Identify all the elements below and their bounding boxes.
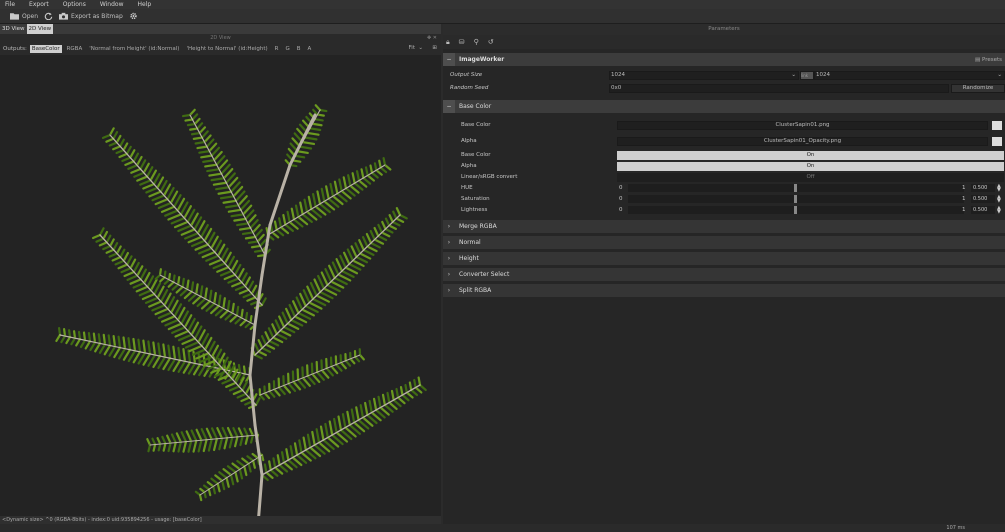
menu-bar: File Export Options Window Help xyxy=(0,0,1005,9)
output-size-row: Output Size 1024 ⌄ link 1024 ⌄ xyxy=(443,71,1005,81)
spin-arrows-icon[interactable]: ▲ ▼ xyxy=(997,184,1004,193)
outputs-label: Outputs: xyxy=(3,45,27,52)
fern-texture-image xyxy=(55,104,427,527)
section-merge-rgba[interactable]: › Merge RGBA xyxy=(443,220,1005,233)
channel-b[interactable]: B xyxy=(295,45,303,53)
parameters-pane: Parameters 🔒︎ ⛁ ⚲ ↺ − ImageWorker ▤ Pres… xyxy=(443,24,1005,524)
chevron-down-icon: ⌄ xyxy=(997,72,1002,78)
dock-icons[interactable]: ✥ ✕ xyxy=(427,34,437,42)
hue-row: HUE 0 1 0.500 ▲ ▼ xyxy=(443,184,1005,194)
view-options-icon[interactable]: ⊞ xyxy=(432,45,437,51)
tab-2d-view[interactable]: 2D View xyxy=(26,24,54,34)
randomize-button[interactable]: Randomize xyxy=(951,84,1005,93)
chevron-right-icon: › xyxy=(447,271,451,278)
saturation-slider-handle[interactable] xyxy=(794,195,797,203)
menu-window[interactable]: Window xyxy=(100,1,124,8)
chevron-right-icon: › xyxy=(447,223,451,230)
folder-icon xyxy=(10,13,19,20)
status-bar: 107 ms xyxy=(0,524,1005,532)
viewer-pane: 3D View 2D View 2D View ✥ ✕ Outputs: Bas… xyxy=(0,24,441,527)
channel-r[interactable]: R xyxy=(273,45,281,53)
saturation-row: Saturation 0 1 0.500 ▲ ▼ xyxy=(443,195,1005,205)
output-size-width-select[interactable]: 1024 ⌄ xyxy=(609,71,799,80)
section-base-color[interactable]: − Base Color xyxy=(443,100,1005,113)
chevron-down-icon: ⌄ xyxy=(791,72,796,78)
chevron-down-icon[interactable]: ⌄ xyxy=(418,45,423,51)
collapse-icon[interactable]: − xyxy=(443,100,455,113)
alpha-toggle-row: Alpha On xyxy=(443,162,1005,172)
random-seed-field[interactable]: 0x0 xyxy=(609,84,949,93)
chevron-right-icon: › xyxy=(447,287,451,294)
saturation-value-field[interactable]: 0.500 xyxy=(971,195,995,203)
output-height[interactable]: 'Height to Normal' (id:Height) xyxy=(184,45,269,53)
refresh-button[interactable] xyxy=(44,12,53,20)
hue-slider-handle[interactable] xyxy=(794,184,797,192)
lock-icon[interactable]: 🔒︎ xyxy=(446,38,450,47)
toolbar: Open Export as Bitmap xyxy=(0,9,1005,24)
output-rgba[interactable]: RGBA xyxy=(65,45,85,53)
section-converter-select[interactable]: › Converter Select xyxy=(443,268,1005,281)
parameters-title: Parameters xyxy=(443,24,1005,35)
section-imageworker[interactable]: − ImageWorker ▤ Presets xyxy=(443,53,1005,66)
gear-icon xyxy=(130,12,137,20)
fern-branches xyxy=(55,104,427,527)
channel-a[interactable]: A xyxy=(306,45,314,53)
save-icon[interactable]: ⛁ xyxy=(459,38,465,46)
alpha-toggle[interactable]: On xyxy=(617,162,1004,171)
section-normal[interactable]: › Normal xyxy=(443,236,1005,249)
refresh-icon xyxy=(44,12,53,20)
saturation-slider[interactable] xyxy=(628,195,964,203)
base-color-file-field[interactable]: ClusterSapin01.png xyxy=(617,121,988,130)
reset-icon[interactable]: ↺ xyxy=(488,38,494,46)
fit-select[interactable]: Fit xyxy=(409,45,415,51)
file-picker-icon[interactable] xyxy=(992,121,1002,130)
parameters-toolbar: 🔒︎ ⛁ ⚲ ↺ xyxy=(443,35,1005,49)
camera-icon xyxy=(59,12,69,20)
tab-3d-view[interactable]: 3D View xyxy=(0,24,27,34)
output-size-height-select[interactable]: 1024 ⌄ xyxy=(814,71,1005,80)
linear-srgb-toggle[interactable]: Off xyxy=(617,173,1004,182)
image-viewport[interactable] xyxy=(0,55,441,527)
menu-file[interactable]: File xyxy=(5,1,15,8)
menu-help[interactable]: Help xyxy=(138,1,152,8)
section-split-rgba[interactable]: › Split RGBA xyxy=(443,284,1005,297)
output-normal[interactable]: 'Normal from Height' (id:Normal) xyxy=(87,45,181,53)
collapse-icon[interactable]: − xyxy=(443,53,455,66)
random-seed-row: Random Seed 0x0 Randomize xyxy=(443,84,1005,94)
output-basecolor[interactable]: BaseColor xyxy=(29,44,62,53)
chevron-right-icon: › xyxy=(447,239,451,246)
base-color-toggle-row: Base Color On xyxy=(443,151,1005,161)
menu-export[interactable]: Export xyxy=(29,1,49,8)
menu-options[interactable]: Options xyxy=(63,1,86,8)
lightness-row: Lightness 0 1 0.500 ▲ ▼ xyxy=(443,206,1005,216)
viewer-tabs: 3D View 2D View xyxy=(0,24,441,34)
alpha-file-row: Alpha ClusterSapin01_Opacity.png xyxy=(443,137,1005,147)
linear-srgb-row: Linear/sRGB convert Off xyxy=(443,173,1005,183)
lightness-slider[interactable] xyxy=(628,206,964,214)
link-size-toggle[interactable]: link xyxy=(800,71,814,80)
brush-icon[interactable]: ⚲ xyxy=(474,38,479,46)
export-bitmap-button[interactable]: Export as Bitmap xyxy=(59,12,123,20)
spin-arrows-icon[interactable]: ▲ ▼ xyxy=(997,206,1004,215)
document-icon: ▤ xyxy=(975,56,981,63)
presets-button[interactable]: ▤ Presets xyxy=(975,57,1002,63)
render-time: 107 ms xyxy=(946,525,965,531)
base-color-file-row: Base Color ClusterSapin01.png xyxy=(443,121,1005,131)
alpha-file-field[interactable]: ClusterSapin01_Opacity.png xyxy=(617,137,988,146)
base-color-toggle[interactable]: On xyxy=(617,151,1004,160)
settings-button[interactable] xyxy=(129,12,138,20)
lightness-slider-handle[interactable] xyxy=(794,206,797,214)
channel-g[interactable]: G xyxy=(283,45,291,53)
section-height[interactable]: › Height xyxy=(443,252,1005,265)
hue-value-field[interactable]: 0.500 xyxy=(971,184,995,192)
viewer-subheader: 2D View ✥ ✕ xyxy=(0,34,441,42)
open-button[interactable]: Open xyxy=(10,12,38,20)
lightness-value-field[interactable]: 0.500 xyxy=(971,206,995,214)
spin-arrows-icon[interactable]: ▲ ▼ xyxy=(997,195,1004,204)
chevron-right-icon: › xyxy=(447,255,451,262)
viewer-status: <Dynamic size> ^0 (RGBA-8bits) - index:0… xyxy=(0,516,441,524)
outputs-bar: Outputs: BaseColor RGBA 'Normal from Hei… xyxy=(0,42,441,55)
hue-slider[interactable] xyxy=(628,184,964,192)
file-picker-icon[interactable] xyxy=(992,137,1002,146)
